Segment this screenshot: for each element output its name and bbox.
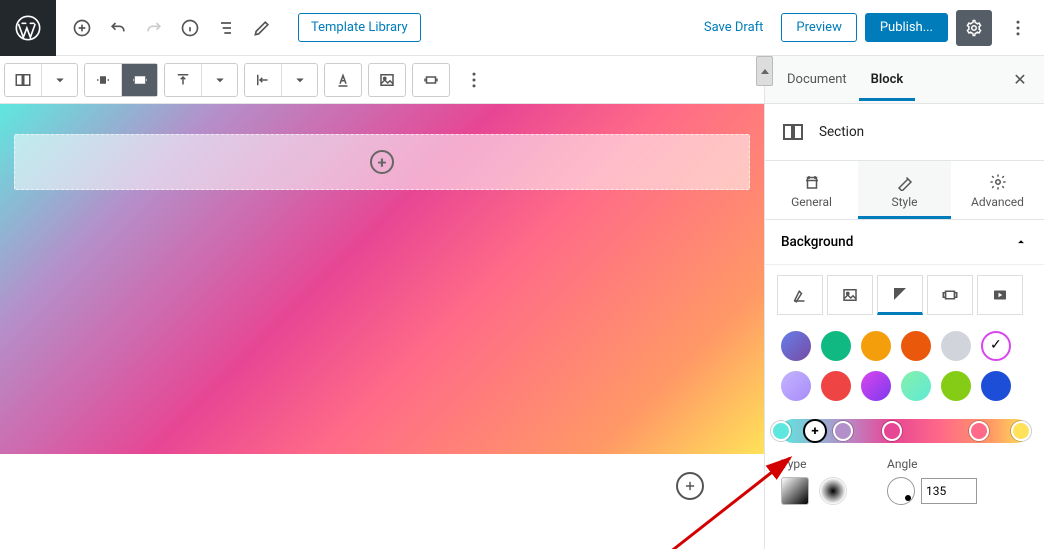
gradient-preset-5[interactable] <box>981 331 1011 361</box>
info-icon[interactable] <box>172 10 208 46</box>
outline-icon[interactable] <box>208 10 244 46</box>
valign-top-icon[interactable] <box>165 64 201 96</box>
angle-input[interactable] <box>921 478 977 504</box>
edit-icon[interactable] <box>244 10 280 46</box>
preview-button[interactable]: Preview <box>781 13 856 42</box>
save-draft-button[interactable]: Save Draft <box>694 14 774 41</box>
gradient-add-stop-icon[interactable]: + <box>803 419 827 443</box>
bg-type-classic-icon[interactable] <box>777 275 823 315</box>
block-title: Section <box>819 124 864 140</box>
inner-placeholder[interactable]: + <box>14 134 750 190</box>
gradient-type-radial[interactable] <box>819 477 847 505</box>
tab-document[interactable]: Document <box>775 58 859 101</box>
halign-icon[interactable] <box>245 64 281 96</box>
gradient-preset-3[interactable] <box>901 331 931 361</box>
redo-icon[interactable] <box>136 10 172 46</box>
gradient-preset-2[interactable] <box>861 331 891 361</box>
section-icon <box>781 120 805 144</box>
undo-icon[interactable] <box>100 10 136 46</box>
template-library-button[interactable]: Template Library <box>298 13 421 42</box>
gradient-preset-9[interactable] <box>901 371 931 401</box>
block-more-icon[interactable] <box>456 63 492 97</box>
fullwidth-icon[interactable] <box>413 64 449 96</box>
halign-dropdown-icon[interactable] <box>281 64 317 96</box>
gradient-preset-7[interactable] <box>821 371 851 401</box>
wordpress-logo[interactable] <box>0 0 56 56</box>
settings-icon[interactable] <box>956 10 992 46</box>
bg-type-gradient-icon[interactable] <box>877 275 923 315</box>
gradient-preset-0[interactable] <box>781 331 811 361</box>
gradient-preset-6[interactable] <box>781 371 811 401</box>
gradient-stop-0[interactable] <box>771 421 791 441</box>
gradient-preset-8[interactable] <box>861 371 891 401</box>
gradient-stop-1[interactable] <box>833 421 853 441</box>
bg-type-video-icon[interactable] <box>977 275 1023 315</box>
more-menu-icon[interactable] <box>1000 10 1036 46</box>
textcolor-icon[interactable] <box>325 64 361 96</box>
block-dropdown-icon[interactable] <box>41 64 77 96</box>
gradient-preset-11[interactable] <box>981 371 1011 401</box>
add-inner-block-icon[interactable]: + <box>370 150 394 174</box>
gradient-stop-2[interactable] <box>882 421 902 441</box>
section-block[interactable]: + <box>0 104 764 454</box>
publish-button[interactable]: Publish... <box>865 13 948 42</box>
gradient-stop-3[interactable] <box>969 421 989 441</box>
bg-type-slideshow-icon[interactable] <box>927 275 973 315</box>
sub-tab-general[interactable]: General <box>765 161 858 219</box>
gradient-type-linear[interactable] <box>781 477 809 505</box>
type-label: Type <box>781 457 847 471</box>
tab-block[interactable]: Block <box>859 58 916 101</box>
chevron-up-icon <box>1014 235 1028 249</box>
block-appender-icon[interactable] <box>676 472 704 500</box>
angle-label: Angle <box>887 457 977 471</box>
section-block-icon[interactable] <box>5 64 41 96</box>
close-inspector-icon[interactable]: ✕ <box>1006 66 1034 94</box>
align-wide-icon[interactable] <box>121 64 157 96</box>
bg-type-image-icon[interactable] <box>827 275 873 315</box>
angle-dial[interactable] <box>887 477 915 505</box>
sub-tab-advanced[interactable]: Advanced <box>951 161 1044 219</box>
align-none-icon[interactable] <box>85 64 121 96</box>
valign-dropdown-icon[interactable] <box>201 64 237 96</box>
gradient-preset-4[interactable] <box>941 331 971 361</box>
scroll-handle-icon[interactable] <box>756 56 773 86</box>
gradient-stop-4[interactable] <box>1011 421 1031 441</box>
gradient-preset-10[interactable] <box>941 371 971 401</box>
gradient-bar[interactable]: + <box>781 419 1028 443</box>
gradient-preset-1[interactable] <box>821 331 851 361</box>
panel-background-header[interactable]: Background <box>765 220 1044 265</box>
image-icon[interactable] <box>369 64 405 96</box>
sub-tab-style[interactable]: Style <box>858 161 951 219</box>
inserter-icon[interactable] <box>64 10 100 46</box>
